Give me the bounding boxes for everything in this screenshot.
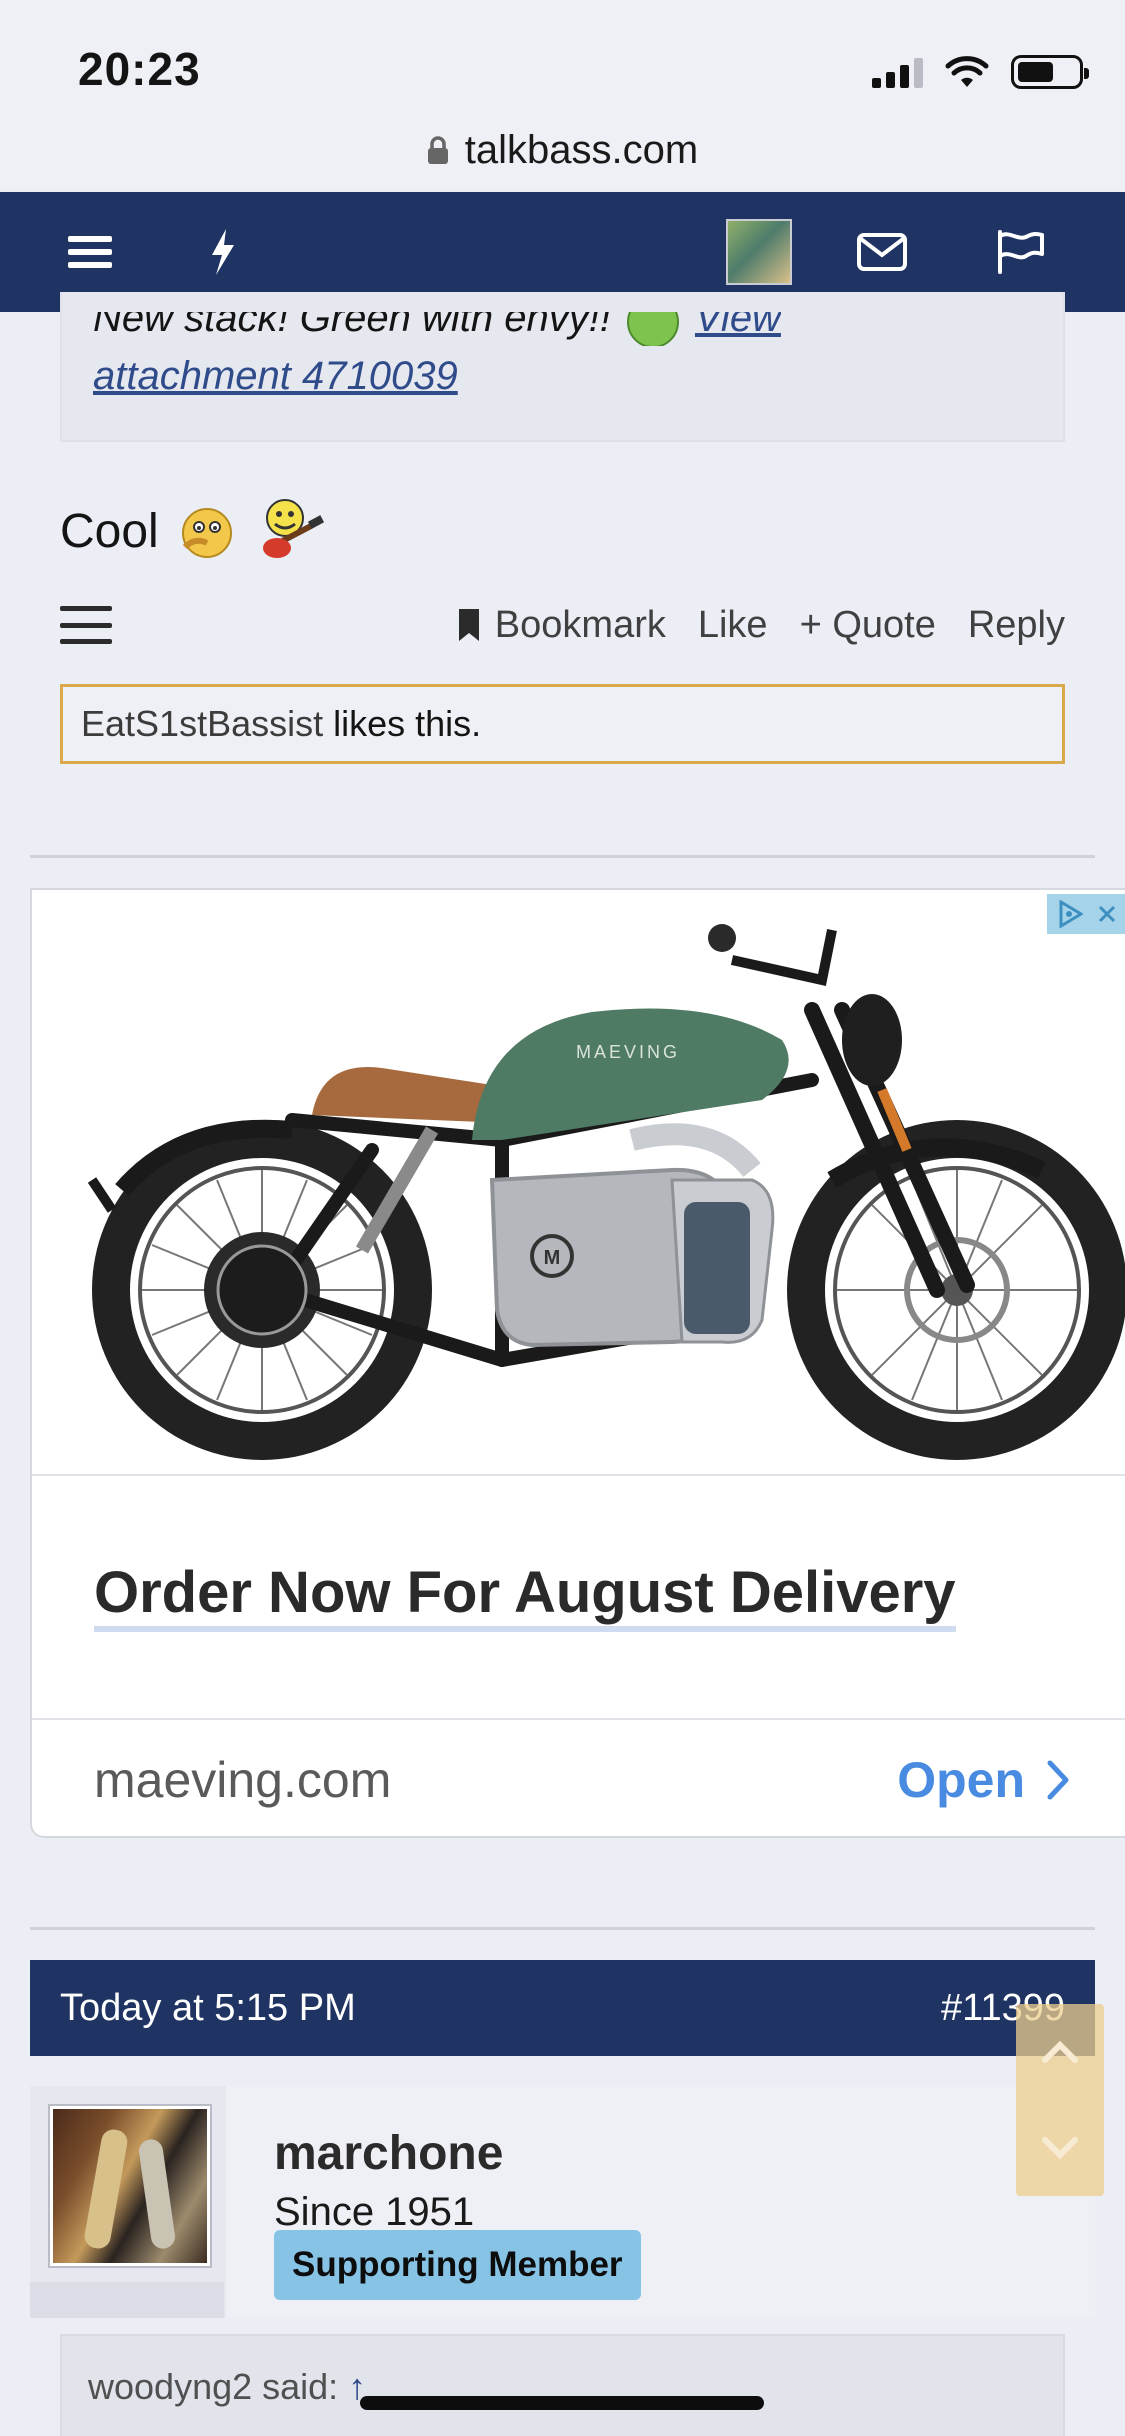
grin-emoji-icon	[626, 312, 679, 346]
ad-footer[interactable]: maeving.com Open	[32, 1718, 1125, 1836]
ad-headline[interactable]: Order Now For August Delivery	[94, 1560, 956, 1632]
battery-icon	[1011, 55, 1089, 89]
chevron-down-icon	[1042, 2137, 1078, 2159]
ad-card[interactable]: MAEVING M Order Now For August Delivery …	[30, 888, 1125, 1838]
quote-block: woodyng2 said: ↑	[60, 2334, 1065, 2436]
user-title: Since 1951	[274, 2190, 475, 2234]
ad-brand-on-tank: MAEVING	[576, 1042, 680, 1062]
bass-player-emoji-icon	[262, 499, 324, 558]
scroll-up-button[interactable]	[1016, 2004, 1104, 2100]
post-text: Cool	[60, 504, 159, 558]
url-text: talkbass.com	[464, 127, 699, 172]
wifi-icon	[945, 56, 989, 87]
attachment-link-view[interactable]: View	[695, 312, 781, 341]
motorcycle-illustration: MAEVING M	[87, 924, 1125, 1460]
quoted-text: New stack! Green with envy!!	[93, 312, 611, 340]
scroll-down-button[interactable]	[1016, 2100, 1104, 2196]
post-menu-button[interactable]	[60, 606, 112, 644]
quote-button[interactable]: + Quote	[800, 604, 936, 647]
post-user-block: marchone Since 1951 Supporting Member	[30, 2086, 1095, 2318]
status-icons	[872, 52, 1089, 92]
cellular-signal-icon	[872, 56, 923, 88]
home-indicator[interactable]	[360, 2396, 764, 2410]
likes-summary: EatS1stBassist likes this.	[60, 684, 1065, 764]
quote-attribution: woodyng2 said: ↑	[88, 2366, 366, 2408]
post-message: Cool	[60, 496, 329, 566]
post-actions: Bookmark Like + Quote Reply	[60, 600, 1065, 650]
post-timestamp[interactable]: Today at 5:15 PM	[60, 1987, 356, 2030]
supporting-member-badge: Supporting Member	[274, 2230, 641, 2300]
ad-open-button[interactable]: Open	[897, 1751, 1069, 1809]
chevron-up-icon	[1042, 2041, 1078, 2063]
chevron-right-icon	[1047, 1760, 1069, 1800]
post-divider	[30, 855, 1095, 858]
svg-text:M: M	[544, 1247, 561, 1269]
flag-icon	[998, 230, 1044, 274]
ad-domain: maeving.com	[94, 1752, 392, 1808]
ad-choices-button[interactable]	[1047, 894, 1125, 934]
ad-choices-icon	[1059, 900, 1083, 928]
post-divider	[30, 1927, 1095, 1930]
avatar-strip	[30, 2282, 224, 2318]
hamburger-icon	[68, 236, 112, 268]
address-bar[interactable]: talkbass.com	[0, 110, 1125, 190]
quote-author: woodyng2 said:	[88, 2366, 339, 2407]
close-icon[interactable]	[1097, 904, 1117, 924]
bookmark-icon	[458, 609, 479, 641]
user-info: marchone Since 1951 Supporting Member	[226, 2086, 1095, 2318]
likes-suffix: likes this.	[323, 703, 482, 744]
attachment-link[interactable]: attachment 4710039	[93, 354, 458, 399]
thinking-emoji-icon	[181, 508, 232, 558]
scroll-controls	[1016, 2004, 1104, 2196]
user-avatar[interactable]	[50, 2106, 210, 2266]
bookmark-button[interactable]: Bookmark	[457, 604, 666, 647]
ad-image[interactable]: MAEVING M	[32, 890, 1125, 1476]
post-action-links: Bookmark Like + Quote Reply	[457, 604, 1065, 647]
lightning-icon	[212, 229, 234, 275]
avatar	[726, 219, 792, 285]
post-header: Today at 5:15 PM #11399	[30, 1960, 1095, 2056]
bookmark-label: Bookmark	[494, 603, 666, 646]
quoted-text-line: New stack! Green with envy!! View	[93, 312, 781, 346]
username-link[interactable]: marchone	[274, 2126, 503, 2181]
reply-button[interactable]: Reply	[968, 604, 1065, 647]
liker-link[interactable]: EatS1stBassist	[81, 703, 323, 745]
envelope-icon	[857, 233, 907, 271]
like-button[interactable]: Like	[698, 604, 768, 647]
lock-icon	[427, 136, 448, 164]
ad-open-label: Open	[897, 1752, 1025, 1808]
status-time: 20:23	[78, 43, 201, 95]
